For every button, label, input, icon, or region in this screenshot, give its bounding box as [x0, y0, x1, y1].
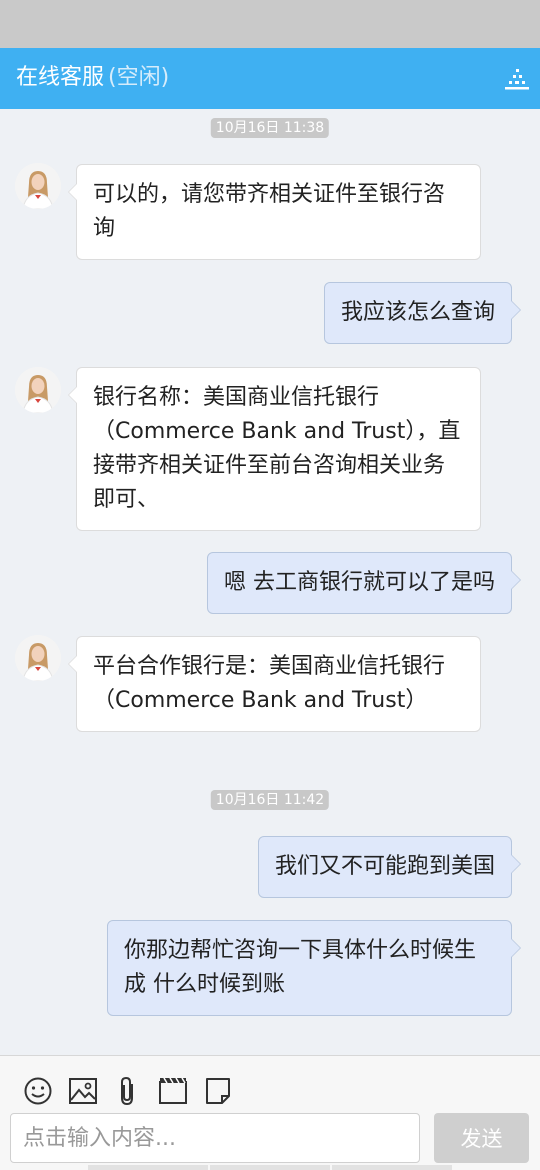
- agent-avatar-image: [15, 367, 61, 413]
- agent-avatar: [15, 163, 61, 209]
- composer-bar: 发送: [0, 1055, 540, 1170]
- chat-header: 在线客服 (空闲): [0, 48, 540, 109]
- page-title: 在线客服: [16, 65, 105, 90]
- user-message: 嗯 去工商银行就可以了是吗: [207, 552, 521, 614]
- send-button[interactable]: 发送: [434, 1113, 529, 1163]
- list-menu-icon[interactable]: [504, 68, 530, 90]
- attachment-icon[interactable]: [113, 1076, 143, 1106]
- agent-avatar: [15, 367, 61, 413]
- emoji-icon[interactable]: [23, 1076, 53, 1106]
- timestamp: 10月16日 11:42: [210, 790, 330, 810]
- message-input[interactable]: [10, 1113, 420, 1163]
- agent-message: 可以的，请您带齐相关证件至银行咨询: [68, 164, 481, 260]
- agent-message: 银行名称：美国商业信托银行（Commerce Bank and Trust），直…: [68, 367, 481, 531]
- user-message: 你那边帮忙咨询一下具体什么时候生成 什么时候到账: [107, 920, 521, 1016]
- nav-bar-segment: [210, 1165, 330, 1170]
- timestamp: 10月16日 11:38: [210, 118, 330, 138]
- agent-message: 平台合作银行是：美国商业信托银行（Commerce Bank and Trust…: [68, 636, 481, 732]
- user-message: 我应该怎么查询: [323, 282, 522, 344]
- header-title-group: 在线客服 (空闲): [16, 63, 169, 93]
- user-message: 我们又不可能跑到美国: [257, 836, 522, 898]
- agent-avatar-image: [15, 163, 61, 209]
- system-status-bar: [0, 0, 540, 48]
- agent-status: (空闲): [108, 65, 170, 90]
- nav-bar-segment: [88, 1165, 208, 1170]
- nav-bar-segment: [332, 1165, 452, 1170]
- note-icon[interactable]: [203, 1076, 233, 1106]
- chat-area[interactable]: 10月16日 11:38 可以的，请您带齐相关证件至银行咨询 我应该怎么查询 银…: [0, 109, 540, 1054]
- video-icon[interactable]: [158, 1076, 188, 1106]
- agent-avatar-image: [15, 635, 61, 681]
- image-icon[interactable]: [68, 1076, 98, 1106]
- agent-avatar: [15, 635, 61, 681]
